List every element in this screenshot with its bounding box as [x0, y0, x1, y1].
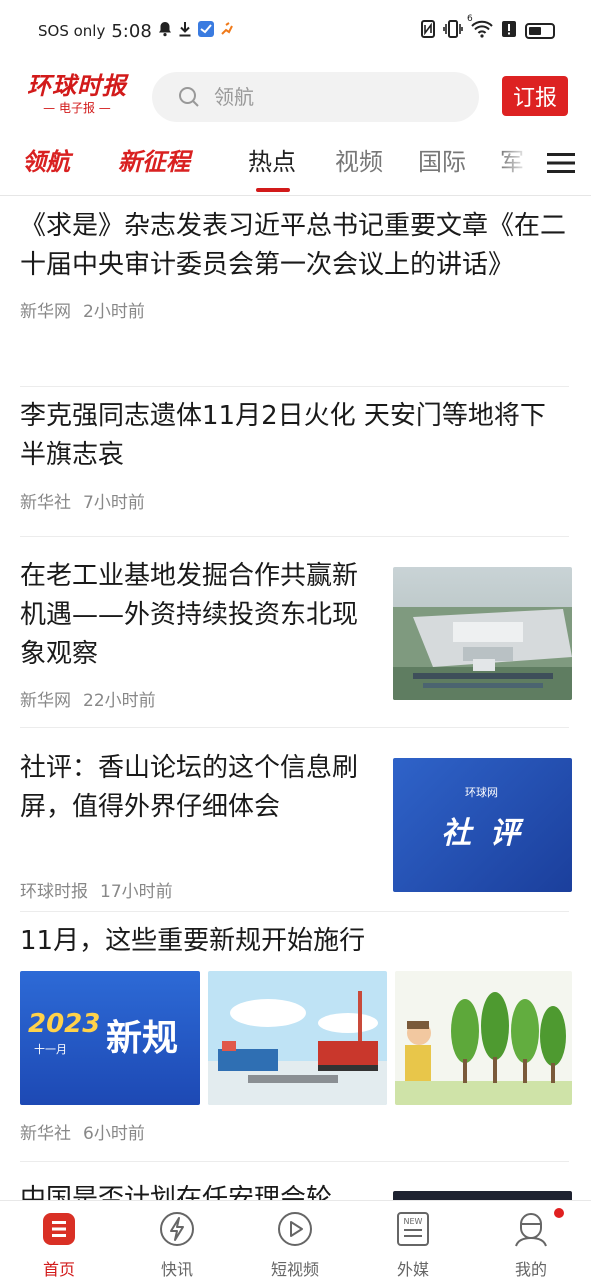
article-thumbnail-editorial[interactable]: 环球网 社 评 [393, 758, 572, 892]
bottom-navigation: 首页 快讯 短视频 NEW 外媒 我的 [0, 1200, 591, 1280]
lightning-icon [158, 1210, 196, 1248]
status-right: 6 [421, 14, 555, 42]
nav-label: 外媒 [396, 1260, 429, 1279]
battery-icon [525, 23, 555, 39]
nav-label: 首页 [42, 1260, 75, 1279]
article-time: 22小时前 [83, 691, 156, 711]
article-meta: 新华社 7小时前 [20, 488, 569, 513]
article-meta: 新华网 22小时前 [20, 686, 380, 711]
news-item[interactable]: 11月，这些重要新规开始施行 [20, 922, 569, 961]
wifi-icon: 6 [467, 14, 493, 42]
search-icon [178, 86, 200, 108]
divider [20, 727, 569, 728]
news-item[interactable]: 在老工业基地发掘合作共赢新机遇——外资持续投资东北现象观察 新华网 22小时前 [20, 557, 380, 711]
profile-icon [512, 1210, 550, 1248]
tab-video[interactable]: 视频 [335, 144, 383, 180]
thumb-brand-label: 环球网 [465, 786, 498, 799]
thumb-month: 十一月 [34, 1043, 67, 1056]
article-time: 17小时前 [100, 882, 173, 902]
article-source: 新华社 [20, 1124, 71, 1144]
app-notification-icon [197, 21, 214, 41]
article-meta: 环球时报 17小时前 [20, 877, 380, 902]
article-meta-row: 新华社 6小时前 [20, 1119, 569, 1144]
nav-label: 快讯 [160, 1260, 193, 1279]
svg-text:NEW: NEW [404, 1217, 423, 1226]
bell-icon [158, 21, 172, 41]
article-thumbnail-partial[interactable] [393, 1191, 572, 1200]
nfc-icon [421, 20, 435, 42]
hamburger-menu-icon [546, 151, 575, 179]
article-source: 环球时报 [20, 882, 88, 902]
carrier-text: SOS only [38, 22, 106, 40]
app-header: 环球时报 — 电子报 — 订报 [0, 66, 591, 128]
article-title: 《求是》杂志发表习近平总书记重要文章《在二十届中央审计委员会第一次会议上的讲话》 [20, 211, 567, 280]
news-item[interactable]: 社评：香山论坛的这个信息刷屏，值得外界仔细体会 环球时报 17小时前 [20, 749, 380, 902]
article-source: 新华社 [20, 493, 71, 513]
network-superscript: 6 [467, 14, 473, 24]
article-thumbnail-trees-illustration[interactable] [395, 971, 572, 1105]
article-title: 李克强同志遗体11月2日火化 天安门等地将下半旗志哀 [20, 401, 546, 470]
article-meta: 新华社 6小时前 [20, 1119, 569, 1144]
tab-hot[interactable]: 热点 [248, 144, 296, 180]
notification-dot [554, 1208, 564, 1218]
thumb-year: 2023 [28, 1009, 101, 1039]
news-item[interactable]: 《求是》杂志发表习近平总书记重要文章《在二十届中央审计委员会第一次会议上的讲话》… [20, 207, 569, 322]
article-title: 社评：香山论坛的这个信息刷屏，值得外界仔细体会 [20, 753, 359, 822]
nav-label: 短视频 [270, 1260, 319, 1279]
article-thumbnail-industrial-park[interactable] [393, 567, 572, 700]
article-thumbnail-port-illustration[interactable] [208, 971, 387, 1105]
play-icon [276, 1210, 314, 1248]
tab-international[interactable]: 国际 [418, 144, 466, 180]
article-time: 6小时前 [83, 1124, 145, 1144]
divider [20, 386, 569, 387]
news-item[interactable]: 李克强同志遗体11月2日火化 天安门等地将下半旗志哀 新华社 7小时前 [20, 397, 569, 513]
status-bar: SOS only 5:08 6 [0, 0, 591, 62]
menu-button[interactable] [530, 136, 591, 194]
nav-flash-news[interactable]: 快讯 [118, 1201, 236, 1280]
divider [20, 1161, 569, 1162]
thumb-editorial-text: 社 评 [441, 816, 524, 851]
news-icon: NEW [394, 1210, 432, 1248]
subscribe-button[interactable]: 订报 [502, 76, 568, 116]
article-time: 7小时前 [83, 493, 145, 513]
running-icon [220, 21, 234, 41]
tabs-fade [500, 136, 530, 194]
clock-time: 5:08 [111, 20, 152, 42]
logo-subtitle: — 电子报 — [43, 101, 111, 115]
nav-profile[interactable]: 我的 [472, 1201, 590, 1280]
thumb-new-rules-text: 新规 [106, 1018, 179, 1059]
article-title: 在老工业基地发掘合作共赢新机遇——外资持续投资东北现象观察 [20, 561, 359, 669]
tab-xinZhengCheng[interactable]: 新征程 [118, 144, 190, 180]
nav-foreign-media[interactable]: NEW 外媒 [354, 1201, 472, 1280]
article-source: 新华网 [20, 691, 71, 711]
nav-label: 我的 [514, 1260, 547, 1279]
vibrate-icon [443, 20, 463, 42]
article-source: 新华网 [20, 302, 71, 322]
app-logo[interactable]: 环球时报 — 电子报 — [22, 72, 132, 122]
status-left: SOS only 5:08 [38, 21, 234, 42]
alert-icon [501, 20, 517, 42]
category-tabs: 领航 新征程 热点 视频 国际 军 [0, 136, 591, 196]
news-feed: 《求是》杂志发表习近平总书记重要文章《在二十届中央审计委员会第一次会议上的讲话》… [0, 197, 591, 1200]
article-title: 中国是否计划在任安理会轮 [20, 1184, 333, 1200]
tab-lingHang[interactable]: 领航 [22, 144, 70, 180]
article-thumbnail-new-rules[interactable]: 2023 十一月 新规 [20, 971, 200, 1105]
active-tab-indicator [256, 188, 290, 192]
home-icon [40, 1210, 78, 1248]
logo-title: 环球时报 [27, 71, 127, 100]
divider [20, 911, 569, 912]
nav-home[interactable]: 首页 [0, 1201, 118, 1280]
divider [20, 536, 569, 537]
search-input[interactable] [214, 85, 434, 109]
article-meta: 新华网 2小时前 [20, 297, 569, 322]
news-item[interactable]: 中国是否计划在任安理会轮 [20, 1180, 380, 1200]
article-title: 11月，这些重要新规开始施行 [20, 926, 366, 956]
article-time: 2小时前 [83, 302, 145, 322]
download-icon [178, 21, 192, 41]
search-bar[interactable] [152, 72, 479, 122]
nav-short-video[interactable]: 短视频 [236, 1201, 354, 1280]
